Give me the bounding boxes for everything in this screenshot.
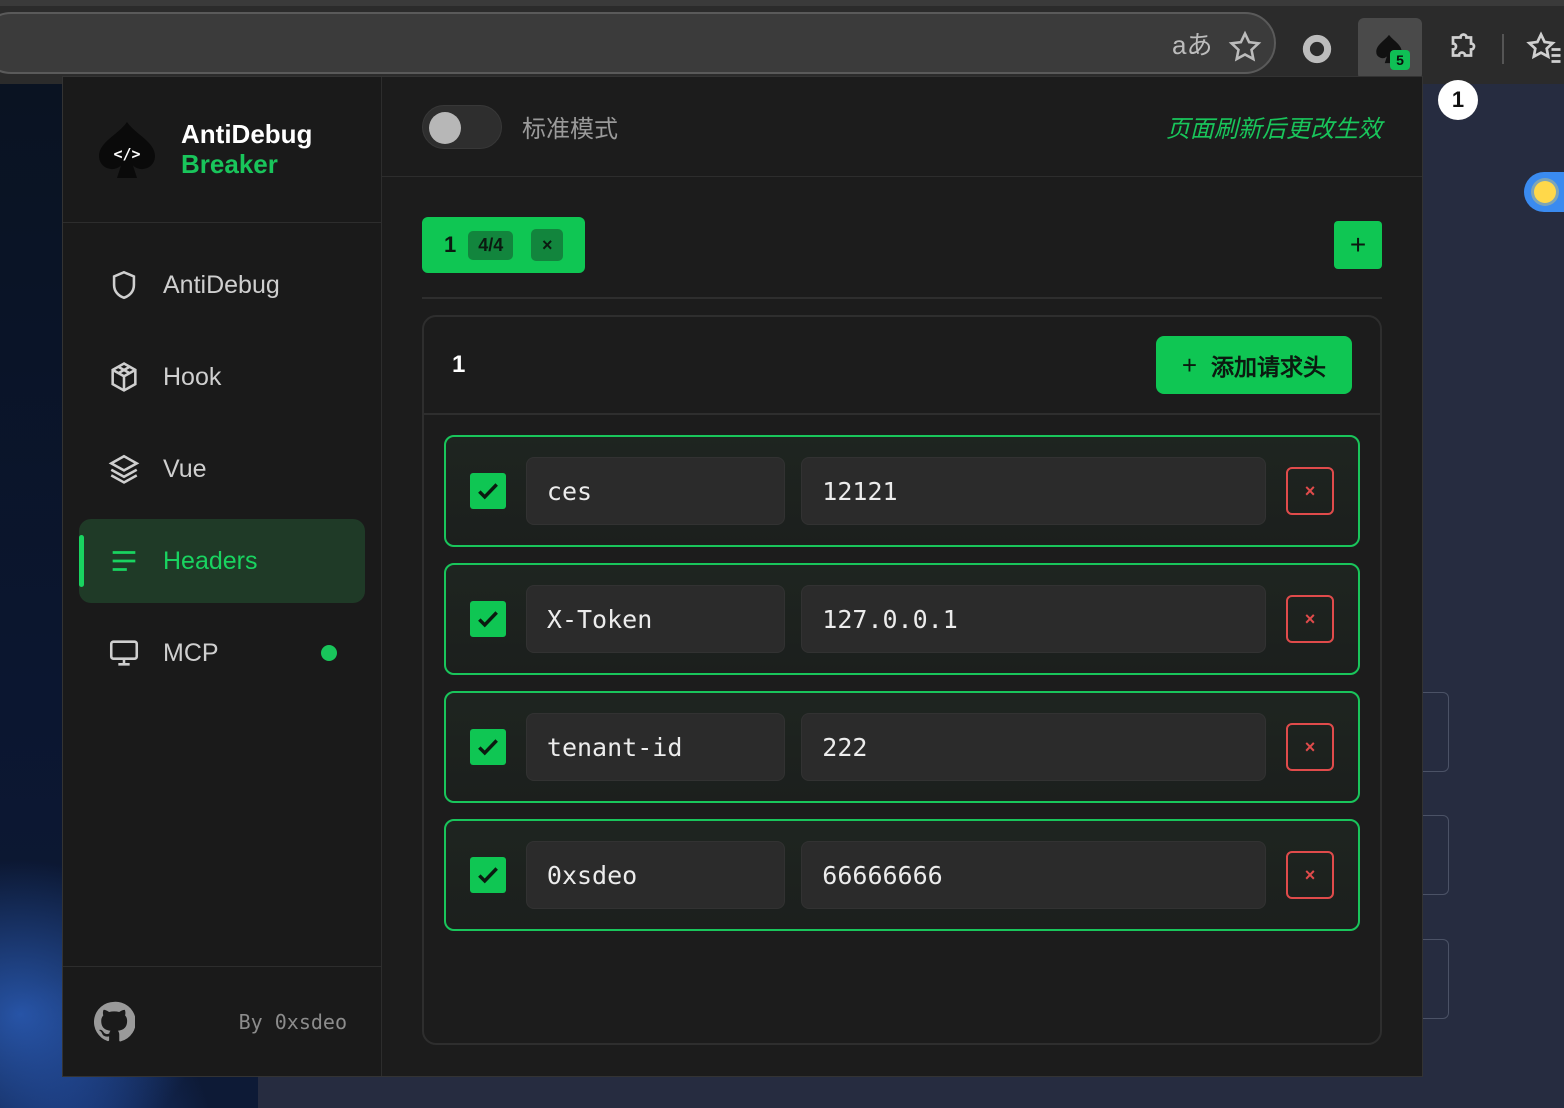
delete-header-button[interactable]: ×	[1286, 467, 1334, 515]
tab-group-1[interactable]: 1 4/4 ×	[422, 217, 586, 273]
header-row: tenant-id 222 ×	[444, 691, 1360, 803]
favorites-icon[interactable]	[1526, 30, 1562, 71]
cube-icon	[111, 362, 137, 392]
add-header-button[interactable]: + 添加请求头	[1155, 336, 1352, 394]
add-header-label: 添加请求头	[1211, 354, 1326, 380]
header-name-input[interactable]: X-Token	[525, 585, 786, 653]
header-row: 0xsdeo 66666666 ×	[444, 819, 1360, 931]
toggle-knob	[429, 111, 461, 144]
header-enabled-checkbox[interactable]	[470, 601, 506, 637]
check-icon	[478, 611, 498, 628]
address-bar[interactable]	[0, 12, 1276, 74]
sidebar-item-antidebug[interactable]: AntiDebug	[79, 243, 365, 327]
author-credit: By 0xsdeo	[238, 1009, 347, 1034]
panel-title: 1	[452, 351, 466, 378]
antidebug-extension-button[interactable]	[1358, 18, 1422, 80]
sidebar: </> AntiDebug Breaker AntiDebug Hook Vue	[63, 77, 382, 1076]
svg-text:</>: </>	[113, 145, 140, 163]
sidebar-item-headers[interactable]: Headers	[79, 519, 365, 603]
header-name-input[interactable]: ces	[525, 457, 786, 525]
toolbar-divider	[1502, 34, 1504, 64]
header-row: X-Token 127.0.0.1 ×	[444, 563, 1360, 675]
sidebar-item-label: MCP	[163, 638, 219, 667]
delete-header-button[interactable]: ×	[1286, 723, 1334, 771]
sidebar-footer: By 0xsdeo	[63, 966, 381, 1076]
brand-title: AntiDebug	[181, 118, 313, 149]
header-group-tabs: 1 4/4 × +	[422, 217, 1382, 299]
sun-icon	[1534, 181, 1556, 203]
puzzle-icon[interactable]	[1444, 30, 1480, 71]
translate-icon[interactable]: aあ	[1172, 32, 1212, 58]
tab-close-button[interactable]: ×	[531, 229, 564, 261]
check-icon	[478, 483, 498, 500]
tab-count-badge: 4/4	[468, 230, 514, 260]
header-value-input[interactable]: 66666666	[801, 841, 1267, 909]
list-icon	[112, 551, 136, 571]
brand: </> AntiDebug Breaker	[63, 77, 381, 223]
mcp-status-dot	[321, 645, 337, 661]
delete-header-button[interactable]: ×	[1286, 595, 1334, 643]
delete-header-button[interactable]: ×	[1286, 851, 1334, 899]
header-value-input[interactable]: 222	[801, 713, 1267, 781]
check-icon	[478, 739, 498, 756]
header-enabled-checkbox[interactable]	[470, 473, 506, 509]
sidebar-item-label: AntiDebug	[163, 270, 280, 299]
main-content: 标准模式 页面刷新后更改生效 1 4/4 × + 1 + 添加请求头 ces 1…	[382, 77, 1422, 1076]
theme-toggle[interactable]	[1524, 172, 1564, 212]
plus-icon: +	[1181, 349, 1197, 380]
layers-icon	[108, 454, 140, 484]
check-icon	[478, 867, 498, 884]
header-row: ces 12121 ×	[444, 435, 1360, 547]
monitor-icon	[109, 640, 139, 666]
notification-badge: 1	[1438, 80, 1478, 120]
header-enabled-checkbox[interactable]	[470, 857, 506, 893]
browser-toolbar: aあ 5	[0, 0, 1564, 84]
standard-mode-toggle[interactable]	[422, 104, 502, 149]
record-icon[interactable]	[1300, 32, 1334, 71]
sidebar-nav: AntiDebug Hook Vue Headers MCP	[63, 223, 381, 695]
sidebar-item-hook[interactable]: Hook	[79, 335, 365, 419]
refresh-note: 页面刷新后更改生效	[1166, 116, 1382, 143]
tab-name: 1	[444, 232, 457, 257]
shield-icon	[112, 270, 136, 300]
github-icon[interactable]	[93, 1001, 135, 1043]
header-name-input[interactable]: 0xsdeo	[525, 841, 786, 909]
sidebar-item-label: Headers	[163, 546, 258, 575]
header-name-input[interactable]: tenant-id	[525, 713, 786, 781]
extension-badge: 5	[1390, 50, 1410, 70]
header-enabled-checkbox[interactable]	[470, 729, 506, 765]
sidebar-item-vue[interactable]: Vue	[79, 427, 365, 511]
headers-panel: 1 + 添加请求头 ces 12121 × X-Token 127.0.0.1 …	[422, 315, 1382, 1045]
add-group-button[interactable]: +	[1334, 221, 1382, 269]
panel-header: 1 + 添加请求头	[424, 317, 1380, 415]
extension-popup: </> AntiDebug Breaker AntiDebug Hook Vue	[62, 76, 1423, 1077]
header-value-input[interactable]: 127.0.0.1	[801, 585, 1267, 653]
header-rows: ces 12121 × X-Token 127.0.0.1 × tenant-i…	[424, 415, 1380, 931]
sidebar-item-label: Hook	[163, 362, 222, 391]
sidebar-item-mcp[interactable]: MCP	[79, 611, 365, 695]
mode-label: 标准模式	[522, 116, 618, 143]
star-icon[interactable]	[1228, 30, 1262, 69]
mode-bar: 标准模式 页面刷新后更改生效	[382, 77, 1422, 177]
header-value-input[interactable]: 12121	[801, 457, 1267, 525]
spade-logo-icon: </>	[98, 121, 156, 178]
brand-subtitle: Breaker	[181, 148, 278, 179]
sidebar-item-label: Vue	[163, 454, 207, 483]
